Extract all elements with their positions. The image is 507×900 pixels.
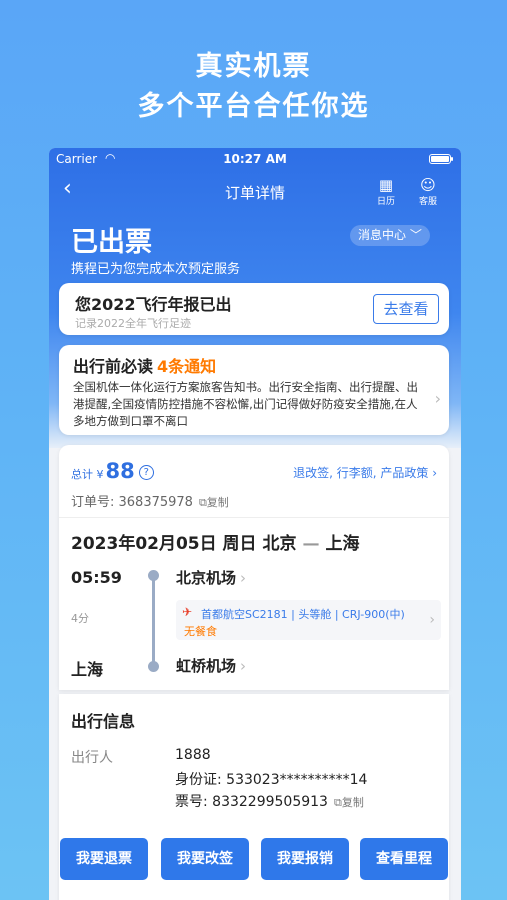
flight-date-route: 2023年02月05日 周日 北京 — 上海 xyxy=(71,529,359,554)
notice-title: 出行前必读 4条通知 xyxy=(73,353,216,377)
ticket-status-subtitle: 携程已为您完成本次预定服务 xyxy=(71,262,241,277)
travel-info-heading: 出行信息 xyxy=(71,712,136,731)
arrival-airport[interactable]: 虹桥机场 › xyxy=(176,655,246,676)
airline-logo-icon: ✈ xyxy=(182,605,193,619)
ticket-number: 票号: 8332299505913 xyxy=(175,794,328,810)
total-amount: 88 xyxy=(105,459,135,483)
passenger-id: 身份证: 533023**********14 xyxy=(175,772,368,788)
view-report-button[interactable]: 去查看 xyxy=(373,294,439,324)
customer-service-label: 客服 xyxy=(418,197,437,207)
arrival-city: 上海 xyxy=(71,660,104,679)
copy-order-button[interactable]: ⧉复制 xyxy=(199,496,229,509)
phone-screen: Carrier ◠ 10:27 AM ‹ 订单详情 ▦ 日历 ☺ 客服 已出票 … xyxy=(49,148,461,900)
notice-body: 全国机体一体化运行方案旅客告知书。出行安全指南、出行提醒、出港提醒,全国疫情防控… xyxy=(73,380,418,428)
departure-time: 05:59 xyxy=(71,568,122,587)
total-label: 总计 ¥ xyxy=(71,468,104,481)
battery-icon xyxy=(429,154,453,164)
reimburse-button[interactable]: 我要报销 xyxy=(261,838,349,880)
calendar-icon: ▦ xyxy=(378,176,394,194)
departure-airport-name: 北京机场 xyxy=(176,569,237,587)
action-bar: 我要退票 我要改签 我要报销 查看里程 xyxy=(49,838,461,882)
itinerary-button[interactable]: 查看里程 xyxy=(360,838,448,880)
promo-line-2: 多个平台合任你选 xyxy=(137,91,370,122)
change-button[interactable]: 我要改签 xyxy=(161,838,249,880)
chevron-right-icon: › xyxy=(434,389,441,408)
refund-button[interactable]: 我要退票 xyxy=(60,838,148,880)
timeline-dot-departure xyxy=(148,570,159,581)
arrival-airport-name: 虹桥机场 xyxy=(176,657,237,675)
order-total: 总计 ¥88? xyxy=(71,459,154,483)
ticket-status: 已出票 xyxy=(71,227,152,258)
divider xyxy=(59,517,449,518)
annual-report-subtitle: 记录2022全年飞行足迹 xyxy=(75,317,191,330)
promo-line-1: 真实机票 xyxy=(195,51,312,82)
order-number: 订单号: 368375978 xyxy=(71,495,193,510)
message-center-button[interactable]: 消息中心 ﹀ xyxy=(350,225,430,246)
order-card: 总计 ¥88? 退改签, 行李额, 产品政策 › 订单号: 368375978 ⧉… xyxy=(59,445,449,690)
passenger-name: 1888 xyxy=(175,747,211,763)
passenger-label: 出行人 xyxy=(71,750,113,766)
route-destination: 上海 xyxy=(325,534,360,554)
calendar-button[interactable]: ▦ 日历 xyxy=(371,176,401,207)
annual-report-card: 您2022飞行年报已出 记录2022全年飞行足迹 去查看 xyxy=(59,283,449,335)
policy-links[interactable]: 退改签, 行李额, 产品政策 › xyxy=(293,464,437,481)
notice-count: 4条通知 xyxy=(157,357,217,376)
nav-bar: ‹ 订单详情 ▦ 日历 ☺ 客服 xyxy=(49,170,461,210)
notice-heading: 出行前必读 xyxy=(73,357,154,376)
customer-service-button[interactable]: ☺ 客服 xyxy=(413,176,443,207)
timeline-dot-arrival xyxy=(148,661,159,672)
status-bar: Carrier ◠ 10:27 AM xyxy=(49,148,461,170)
order-number-row: 订单号: 368375978 ⧉复制 xyxy=(71,491,229,510)
flight-duration: 4分 xyxy=(71,612,89,625)
customer-service-icon: ☺ xyxy=(420,176,436,194)
price-help-icon[interactable]: ? xyxy=(138,465,154,480)
timeline-line xyxy=(152,575,155,667)
ticket-number-row: 票号: 8332299505913 ⧉复制 xyxy=(175,791,364,811)
chevron-right-icon: › xyxy=(240,657,247,675)
travel-notice-card[interactable]: 出行前必读 4条通知 全国机体一体化运行方案旅客告知书。出行安全指南、出行提醒、出… xyxy=(59,345,449,435)
calendar-label: 日历 xyxy=(376,197,395,207)
chevron-right-icon: › xyxy=(240,569,247,587)
flight-info-box[interactable]: ✈ 首都航空SC2181 | 头等舱 | CRJ-900(中) 无餐食 › xyxy=(176,600,441,640)
copy-ticket-button[interactable]: ⧉复制 xyxy=(334,796,364,809)
annual-report-title: 您2022飞行年报已出 xyxy=(75,295,232,314)
status-time: 10:27 AM xyxy=(223,152,287,166)
meal-info: 无餐食 xyxy=(184,625,217,638)
route-date-origin: 2023年02月05日 周日 北京 xyxy=(71,534,297,554)
departure-airport[interactable]: 北京机场 › xyxy=(176,567,246,588)
route-dash: — xyxy=(302,534,320,554)
flight-info: 首都航空SC2181 | 头等舱 | CRJ-900(中) xyxy=(201,608,405,621)
chevron-right-icon: › xyxy=(429,612,435,628)
